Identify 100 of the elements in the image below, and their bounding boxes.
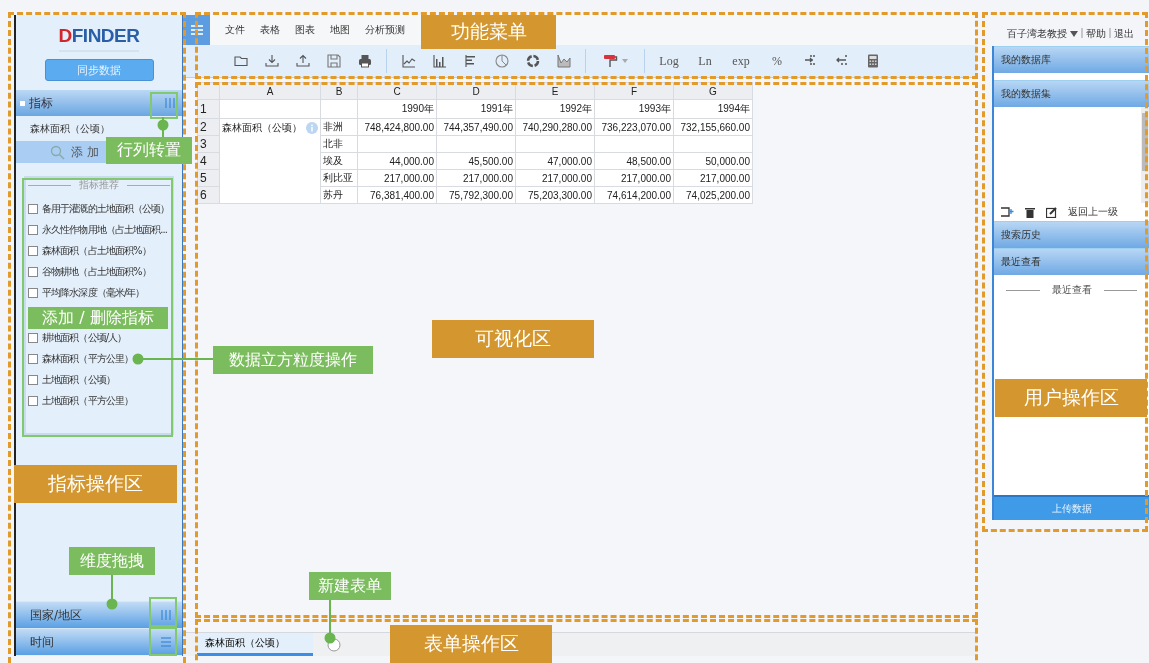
table-cell: 非洲 bbox=[320, 118, 358, 136]
table-cell: 217,000.00 bbox=[436, 169, 516, 187]
logo: DFINDER bbox=[58, 25, 140, 52]
user-name[interactable]: 百子湾老教授 bbox=[1007, 26, 1067, 41]
checkbox[interactable] bbox=[28, 203, 38, 214]
download-icon[interactable] bbox=[263, 53, 280, 69]
section-header[interactable]: 我的数据集 bbox=[994, 80, 1149, 107]
bar-chart-icon[interactable] bbox=[431, 53, 448, 69]
table-cell: 1993年 bbox=[594, 99, 674, 119]
checkbox-label: 谷物耕地（占土地面积%） bbox=[42, 264, 151, 279]
paint-roller-icon[interactable] bbox=[602, 53, 618, 69]
folder-icon[interactable] bbox=[232, 53, 249, 69]
checkbox-label: 平均降水深度（毫米/年） bbox=[42, 285, 145, 300]
table-cell: 1994年 bbox=[673, 99, 753, 119]
menu-item[interactable]: 地图 bbox=[330, 23, 350, 37]
table-cell: 利比亚 bbox=[320, 169, 358, 187]
bullet-icon bbox=[20, 100, 25, 106]
table-cell: 50,000.00 bbox=[673, 152, 753, 170]
columns-icon bbox=[160, 609, 172, 621]
table-cell: 75,792,300.00 bbox=[436, 186, 516, 204]
table-cell: 44,000.00 bbox=[357, 152, 437, 170]
checkbox[interactable] bbox=[28, 224, 38, 235]
checkbox[interactable] bbox=[28, 374, 38, 385]
section-header[interactable]: 搜索历史 bbox=[994, 221, 1149, 248]
table-cell: 1992年 bbox=[515, 99, 595, 119]
menu-icon bbox=[189, 24, 204, 36]
leader-line bbox=[105, 574, 119, 610]
callout-label: 行列转置 bbox=[106, 137, 192, 164]
checkbox-label: 耕地面积（公顷/人） bbox=[42, 330, 127, 345]
menu-item[interactable]: 表格 bbox=[260, 23, 280, 37]
leader-line bbox=[323, 598, 337, 646]
save-icon[interactable] bbox=[325, 53, 342, 69]
rows-icon bbox=[160, 636, 172, 648]
table-cell: 217,000.00 bbox=[673, 169, 753, 187]
checkbox[interactable] bbox=[28, 287, 38, 298]
function-button[interactable]: Ln bbox=[687, 53, 723, 69]
function-button[interactable]: % bbox=[759, 53, 795, 69]
annotation-label: 指标操作区 bbox=[14, 465, 177, 503]
indicator-item[interactable]: 森林面积（公顷） bbox=[30, 122, 110, 135]
menu-item[interactable]: 文件 bbox=[225, 23, 245, 37]
sheet-tab[interactable]: 森林面积（公顷） bbox=[197, 633, 313, 656]
logout-link[interactable]: 退出 bbox=[1114, 26, 1134, 41]
pie-chart-icon[interactable] bbox=[493, 53, 510, 69]
table-cell: 732,155,660.00 bbox=[673, 118, 753, 136]
table-cell: 苏丹 bbox=[320, 186, 358, 204]
menu-item[interactable]: 图表 bbox=[295, 23, 315, 37]
dimension-bar[interactable]: 时间 bbox=[16, 628, 182, 655]
new-folder-icon[interactable] bbox=[1000, 206, 1014, 218]
annotation-label: 可视化区 bbox=[432, 320, 594, 358]
table-cell: 744,357,490.00 bbox=[436, 118, 516, 136]
divider-icon bbox=[1109, 27, 1111, 38]
checkbox[interactable] bbox=[28, 332, 38, 343]
donut-chart-icon[interactable] bbox=[524, 53, 541, 69]
dimension-bar[interactable]: 国家/地区 bbox=[16, 601, 182, 628]
upload-icon[interactable] bbox=[294, 53, 311, 69]
table-cell: 217,000.00 bbox=[594, 169, 674, 187]
trash-icon[interactable] bbox=[1025, 206, 1035, 218]
section-title: 指标 bbox=[29, 94, 54, 112]
checkbox-label: 森林面积（占土地面积%） bbox=[42, 243, 151, 258]
back-link[interactable]: 返回上一级 bbox=[1068, 205, 1118, 219]
table-cell: 74,614,200.00 bbox=[594, 186, 674, 204]
checkbox[interactable] bbox=[28, 266, 38, 277]
checkbox[interactable] bbox=[28, 353, 38, 364]
checkbox-label: 森林面积（平方公里） bbox=[42, 351, 133, 366]
columns-icon[interactable] bbox=[164, 97, 176, 109]
table-cell: 76,381,400.00 bbox=[357, 186, 437, 204]
table-cell: 75,203,300.00 bbox=[515, 186, 595, 204]
callout-label: 数据立方粒度操作 bbox=[213, 346, 373, 374]
print-icon[interactable] bbox=[356, 53, 373, 69]
table-cell: 217,000.00 bbox=[515, 169, 595, 187]
section-header[interactable]: 我的数据库 bbox=[994, 46, 1149, 73]
highlight-frame bbox=[149, 627, 177, 656]
add-indicator-button[interactable]: 添 加 bbox=[16, 141, 104, 163]
line-chart-icon[interactable] bbox=[400, 53, 417, 69]
section-header[interactable]: 最近查看 bbox=[994, 248, 1149, 275]
annotation-label: 用户操作区 bbox=[995, 379, 1147, 417]
table-cell: 740,290,280.00 bbox=[515, 118, 595, 136]
checkbox[interactable] bbox=[28, 395, 38, 406]
table-cell: 748,424,800.00 bbox=[357, 118, 437, 136]
checkbox-label: 土地面积（平方公里） bbox=[42, 393, 133, 408]
function-button[interactable]: exp bbox=[723, 53, 759, 69]
table-cell: 北非 bbox=[320, 135, 358, 153]
callout-label: 维度拖拽 bbox=[69, 547, 155, 575]
table-cell: 47,000.00 bbox=[515, 152, 595, 170]
caret-icon[interactable] bbox=[1070, 30, 1078, 37]
area-chart-icon[interactable] bbox=[555, 53, 572, 69]
search-icon bbox=[50, 144, 65, 160]
checkbox-label: 备用于灌溉的土地面积（公顷） bbox=[42, 201, 170, 216]
function-button[interactable]: Log bbox=[651, 53, 687, 69]
table-cell: 森林面积（公顷） bbox=[222, 121, 302, 135]
edit-icon[interactable] bbox=[1046, 206, 1057, 218]
annotation-label: 功能菜单 bbox=[421, 15, 556, 49]
table-cell: 48,500.00 bbox=[594, 152, 674, 170]
checkbox[interactable] bbox=[28, 245, 38, 256]
table-cell: 736,223,070.00 bbox=[594, 118, 674, 136]
panel-title: 指标推荐 bbox=[28, 179, 170, 191]
table-cell: 217,000.00 bbox=[357, 169, 437, 187]
scrollbar[interactable] bbox=[1141, 107, 1149, 203]
help-link[interactable]: 帮助 bbox=[1086, 26, 1106, 41]
menu-item[interactable]: 分析预测 bbox=[365, 23, 405, 37]
